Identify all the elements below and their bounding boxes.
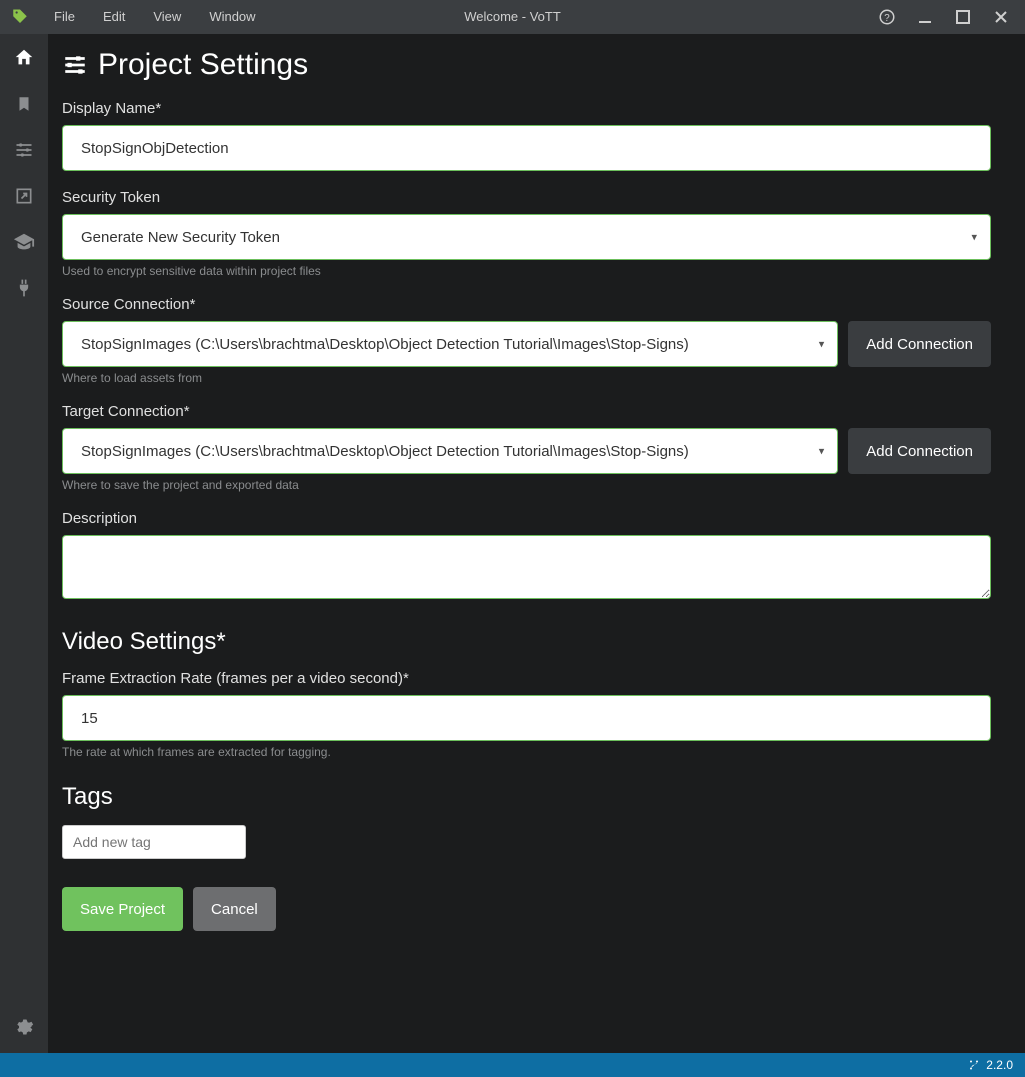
source-connection-select[interactable]: StopSignImages (C:\Users\brachtma\Deskto… (62, 321, 838, 367)
tags-input[interactable] (62, 825, 246, 859)
bookmark-icon (15, 95, 33, 113)
statusbar: 2.2.0 (0, 1053, 1025, 1077)
sliders-icon (62, 52, 88, 78)
target-connection-label: Target Connection* (62, 403, 991, 420)
target-connection-hint: Where to save the project and exported d… (62, 478, 991, 492)
sidebar (0, 34, 48, 1053)
graduation-icon (13, 231, 35, 253)
target-connection-select[interactable]: StopSignImages (C:\Users\brachtma\Deskto… (62, 428, 838, 474)
main-area: Project Settings Display Name* Security … (0, 34, 1025, 1053)
menu-file[interactable]: File (40, 0, 89, 34)
version-text: 2.2.0 (986, 1058, 1013, 1072)
branch-icon (968, 1059, 980, 1071)
menu-view[interactable]: View (139, 0, 195, 34)
export-icon (14, 186, 34, 206)
description-textarea[interactable] (62, 535, 991, 599)
tag-icon (11, 8, 29, 26)
tags-heading: Tags (62, 783, 991, 811)
display-name-input[interactable] (62, 125, 991, 171)
version-label: 2.2.0 (968, 1058, 1013, 1072)
page-title-text: Project Settings (98, 48, 308, 82)
window-title: Welcome - VoTT (464, 0, 561, 34)
frame-rate-hint: The rate at which frames are extracted f… (62, 745, 991, 759)
field-frame-rate: Frame Extraction Rate (frames per a vide… (62, 670, 991, 759)
field-security-token: Security Token Generate New Security Tok… (62, 189, 991, 278)
menu-edit[interactable]: Edit (89, 0, 139, 34)
content-area: Project Settings Display Name* Security … (48, 34, 1025, 1053)
sidebar-item-settings[interactable] (10, 1013, 38, 1041)
description-label: Description (62, 510, 991, 527)
titlebar: File Edit View Window Welcome - VoTT ? (0, 0, 1025, 34)
minimize-icon[interactable] (915, 7, 935, 27)
sidebar-item-export[interactable] (10, 182, 38, 210)
form-actions: Save Project Cancel (62, 887, 991, 931)
help-icon[interactable]: ? (877, 7, 897, 27)
sidebar-item-plug[interactable] (10, 274, 38, 302)
source-connection-label: Source Connection* (62, 296, 991, 313)
field-target-connection: Target Connection* StopSignImages (C:\Us… (62, 403, 991, 492)
frame-rate-input[interactable] (62, 695, 991, 741)
app-logo (0, 0, 40, 34)
close-icon[interactable] (991, 7, 1011, 27)
main-menu: File Edit View Window (40, 0, 270, 34)
security-token-select[interactable]: Generate New Security Token (62, 214, 991, 260)
home-icon (13, 47, 35, 69)
video-settings-heading: Video Settings* (62, 628, 991, 656)
source-connection-hint: Where to load assets from (62, 371, 991, 385)
menu-window[interactable]: Window (195, 0, 269, 34)
maximize-icon[interactable] (953, 7, 973, 27)
page-title: Project Settings (62, 48, 991, 82)
security-token-label: Security Token (62, 189, 991, 206)
add-target-connection-button[interactable]: Add Connection (848, 428, 991, 474)
frame-rate-label: Frame Extraction Rate (frames per a vide… (62, 670, 991, 687)
window-controls: ? (877, 7, 1025, 27)
sidebar-item-bookmark[interactable] (10, 90, 38, 118)
add-source-connection-button[interactable]: Add Connection (848, 321, 991, 367)
cancel-button[interactable]: Cancel (193, 887, 276, 931)
field-display-name: Display Name* (62, 100, 991, 171)
gear-icon (14, 1017, 34, 1037)
sliders-icon (14, 140, 34, 160)
security-token-hint: Used to encrypt sensitive data within pr… (62, 264, 991, 278)
plug-icon (14, 278, 34, 298)
sidebar-item-sliders[interactable] (10, 136, 38, 164)
sidebar-item-home[interactable] (10, 44, 38, 72)
svg-text:?: ? (884, 13, 890, 24)
save-project-button[interactable]: Save Project (62, 887, 183, 931)
sidebar-item-grad[interactable] (10, 228, 38, 256)
field-source-connection: Source Connection* StopSignImages (C:\Us… (62, 296, 991, 385)
display-name-label: Display Name* (62, 100, 991, 117)
field-description: Description (62, 510, 991, 604)
